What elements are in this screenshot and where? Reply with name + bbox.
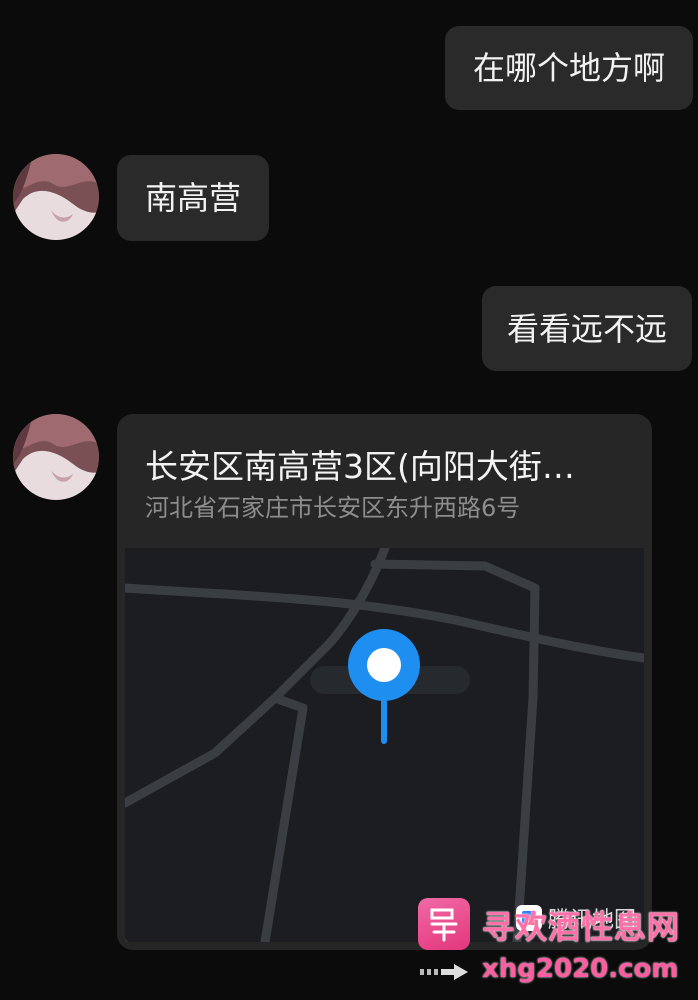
incoming-message-bubble[interactable]: 南高营 [117, 155, 269, 241]
contact-avatar[interactable] [13, 414, 99, 500]
avatar-photo-icon [13, 154, 99, 240]
location-pin-icon [348, 629, 420, 744]
message-text: 在哪个地方啊 [472, 49, 665, 87]
site-watermark: 寻欢酒性息网 xhg2020.com [418, 898, 693, 994]
map-preview[interactable]: 腾讯地图 [125, 548, 644, 942]
outgoing-message-bubble[interactable]: 在哪个地方啊 [445, 26, 693, 110]
outgoing-message-bubble[interactable]: 看看远不远 [482, 286, 692, 371]
location-address: 河北省石家庄市长安区东升西路6号 [145, 494, 521, 522]
arrow-right-icon [420, 964, 468, 980]
contact-avatar[interactable] [13, 154, 99, 240]
watermark-url: xhg2020.com [482, 954, 679, 984]
watermark-logo-icon [418, 898, 470, 950]
message-text: 看看远不远 [506, 309, 667, 348]
avatar-photo-icon [13, 414, 99, 500]
location-title: 长安区南高营3区(向阳大街… [145, 447, 575, 486]
chat-screen: 在哪个地方啊 南高营 看看远不远 长安区南高营3区(向阳大街… 河北省石家庄市长… [0, 0, 698, 1000]
location-message-card[interactable]: 长安区南高营3区(向阳大街… 河北省石家庄市长安区东升西路6号 腾讯地图 [117, 414, 652, 950]
watermark-site-name: 寻欢酒性息网 [482, 908, 681, 946]
message-text: 南高营 [144, 179, 241, 217]
